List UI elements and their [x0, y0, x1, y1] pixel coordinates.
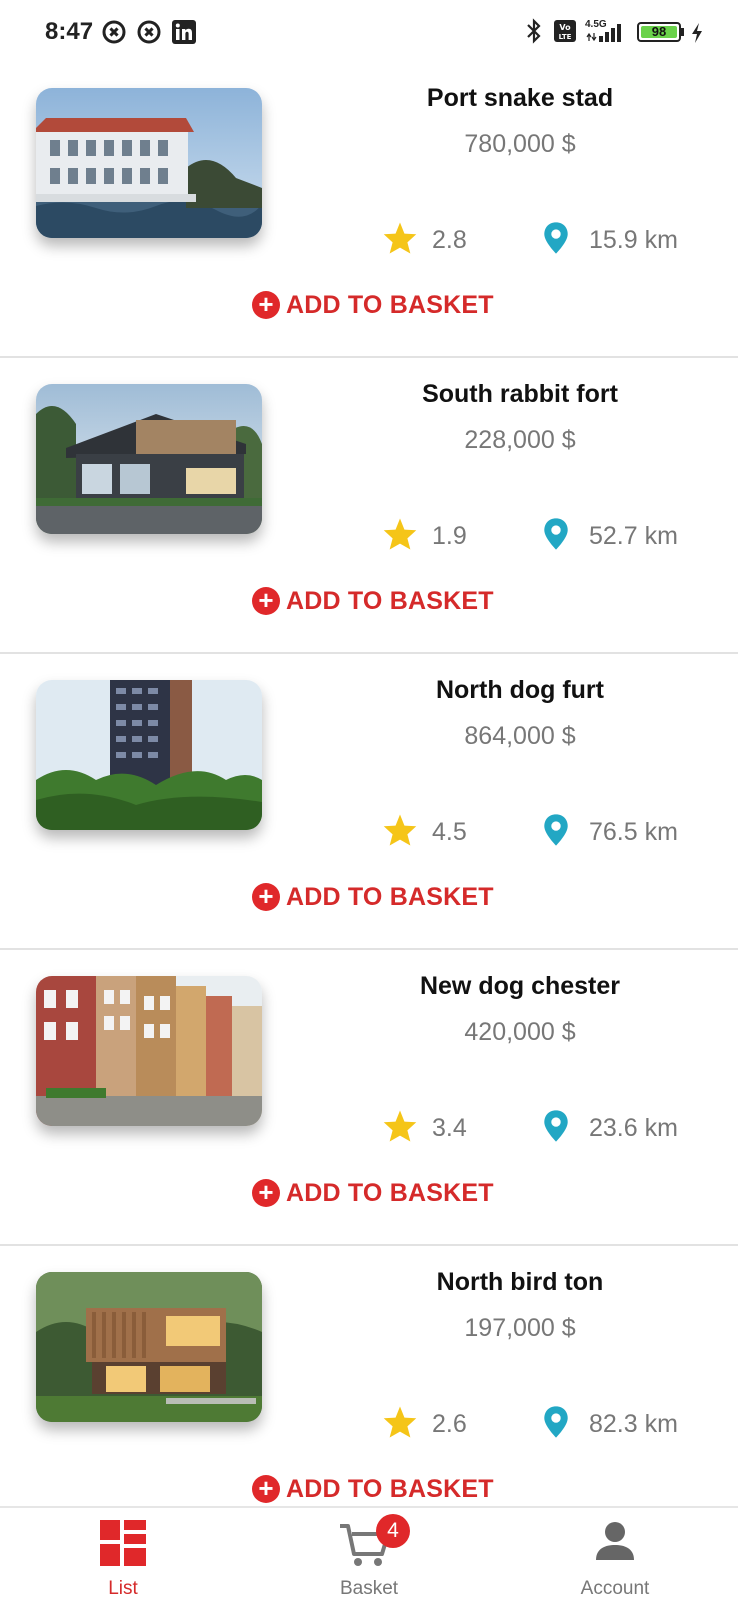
property-image — [36, 88, 262, 238]
bottom-navigation: List 4 Basket Account — [0, 1506, 738, 1600]
property-rating: 1.9 — [432, 522, 467, 550]
svg-text:Vo: Vo — [559, 23, 571, 32]
property-price: 780,000 $ — [464, 130, 576, 158]
list-item[interactable]: North dog furt 864,000 $ 4.5 76.5 km + A… — [0, 656, 738, 950]
star-icon — [382, 221, 418, 260]
add-to-basket-button[interactable]: + ADD TO BASKET — [252, 880, 494, 914]
star-icon — [382, 813, 418, 852]
add-to-basket-label: ADD TO BASKET — [286, 1474, 494, 1503]
property-image — [36, 1272, 262, 1422]
nav-tab-list[interactable]: List — [0, 1508, 246, 1602]
list-item[interactable]: Port snake stad 780,000 $ 2.8 15.9 km + … — [0, 64, 738, 358]
property-title: Port snake stad — [426, 84, 614, 112]
property-distance: 76.5 km — [589, 818, 678, 846]
status-bar: 8:47 Vo LTE 4.5G 98 — [0, 0, 738, 64]
signal-icon — [585, 22, 627, 49]
star-icon — [382, 1109, 418, 1148]
add-to-basket-label: ADD TO BASKET — [286, 1178, 494, 1207]
status-time: 8:47 — [45, 18, 94, 45]
property-title: New dog chester — [419, 972, 621, 1000]
add-to-basket-button[interactable]: + ADD TO BASKET — [252, 1472, 494, 1506]
nav-label-account: Account — [580, 1578, 650, 1599]
nav-label-basket: Basket — [339, 1578, 399, 1599]
property-distance: 52.7 km — [589, 522, 678, 550]
property-image — [36, 976, 262, 1126]
linkedin-icon — [172, 20, 196, 49]
property-price: 420,000 $ — [464, 1018, 576, 1046]
location-pin-icon — [543, 813, 569, 852]
list-item[interactable]: North bird ton 197,000 $ 2.6 82.3 km + A… — [0, 1248, 738, 1542]
property-title: South rabbit fort — [422, 380, 618, 408]
location-pin-icon — [543, 221, 569, 260]
nav-tab-basket[interactable]: 4 Basket — [246, 1508, 492, 1602]
add-to-basket-button[interactable]: + ADD TO BASKET — [252, 288, 494, 322]
star-icon — [382, 1405, 418, 1444]
plus-circle-icon: + — [252, 291, 280, 319]
property-title: North bird ton — [436, 1268, 604, 1296]
plus-circle-icon: + — [252, 1179, 280, 1207]
bluetooth-icon — [524, 18, 544, 49]
star-icon — [382, 517, 418, 556]
person-icon — [594, 1520, 636, 1567]
location-pin-icon — [543, 1405, 569, 1444]
plus-circle-icon: + — [252, 587, 280, 615]
property-image — [36, 384, 262, 534]
add-to-basket-button[interactable]: + ADD TO BASKET — [252, 1176, 494, 1210]
property-distance: 82.3 km — [589, 1410, 678, 1438]
charging-icon — [690, 22, 704, 49]
nav-label-list: List — [108, 1578, 138, 1599]
grid-list-icon — [100, 1520, 146, 1571]
plus-circle-icon: + — [252, 1475, 280, 1503]
list-item[interactable]: New dog chester 420,000 $ 3.4 23.6 km + … — [0, 952, 738, 1246]
svg-text:LTE: LTE — [559, 33, 572, 41]
property-price: 864,000 $ — [464, 722, 576, 750]
list-item[interactable]: South rabbit fort 228,000 $ 1.9 52.7 km … — [0, 360, 738, 654]
add-to-basket-button[interactable]: + ADD TO BASKET — [252, 584, 494, 618]
location-pin-icon — [543, 517, 569, 556]
plus-circle-icon: + — [252, 883, 280, 911]
property-price: 228,000 $ — [464, 426, 576, 454]
property-rating: 3.4 — [432, 1114, 467, 1142]
add-to-basket-label: ADD TO BASKET — [286, 586, 494, 615]
battery-icon: 98 — [637, 22, 681, 42]
add-to-basket-label: ADD TO BASKET — [286, 290, 494, 319]
property-rating: 2.8 — [432, 226, 467, 254]
property-distance: 23.6 km — [589, 1114, 678, 1142]
property-image — [36, 680, 262, 830]
property-price: 197,000 $ — [464, 1314, 576, 1342]
add-to-basket-label: ADD TO BASKET — [286, 882, 494, 911]
volte-icon: Vo LTE — [553, 18, 577, 49]
nav-tab-account[interactable]: Account — [492, 1508, 738, 1602]
notification-app-icon — [137, 20, 161, 49]
property-rating: 4.5 — [432, 818, 467, 846]
property-rating: 2.6 — [432, 1410, 467, 1438]
location-pin-icon — [543, 1109, 569, 1148]
notification-app-icon — [102, 20, 126, 49]
property-distance: 15.9 km — [589, 226, 678, 254]
basket-count-badge: 4 — [376, 1514, 410, 1548]
property-title: North dog furt — [435, 676, 604, 704]
